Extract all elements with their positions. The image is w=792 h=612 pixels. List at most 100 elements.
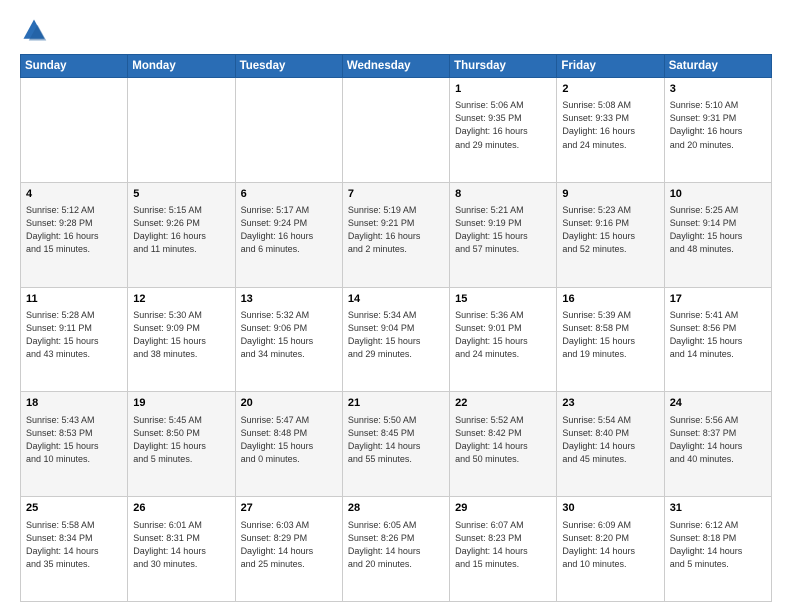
day-number: 3 bbox=[670, 82, 766, 97]
header bbox=[20, 16, 772, 44]
cell-info: Sunrise: 5:23 AM Sunset: 9:16 PM Dayligh… bbox=[562, 204, 658, 256]
cell-info: Sunrise: 5:08 AM Sunset: 9:33 PM Dayligh… bbox=[562, 99, 658, 151]
cell-info: Sunrise: 6:05 AM Sunset: 8:26 PM Dayligh… bbox=[348, 519, 444, 571]
day-number: 21 bbox=[348, 396, 444, 411]
calendar-cell: 9 Sunrise: 5:23 AM Sunset: 9:16 PM Daylig… bbox=[557, 182, 664, 287]
calendar-cell: 19Sunrise: 5:45 AM Sunset: 8:50 PM Dayli… bbox=[128, 392, 235, 497]
day-number: 12 bbox=[133, 292, 229, 307]
day-number: 29 bbox=[455, 501, 551, 516]
cell-info: Sunrise: 5:41 AM Sunset: 8:56 PM Dayligh… bbox=[670, 309, 766, 361]
day-number: 23 bbox=[562, 396, 658, 411]
calendar-cell: 29 Sunrise: 6:07 AM Sunset: 8:23 PM Dayli… bbox=[450, 497, 557, 602]
calendar-week-row: 1 Sunrise: 5:06 AM Sunset: 9:35 PM Daylig… bbox=[21, 78, 772, 183]
calendar-table: SundayMondayTuesdayWednesdayThursdayFrid… bbox=[20, 54, 772, 602]
calendar-cell: 11 Sunrise: 5:28 AM Sunset: 9:11 PM Dayli… bbox=[21, 287, 128, 392]
day-number: 11 bbox=[26, 292, 122, 307]
calendar-cell: 1 Sunrise: 5:06 AM Sunset: 9:35 PM Daylig… bbox=[450, 78, 557, 183]
cell-info: Sunrise: 6:01 AM Sunset: 8:31 PM Dayligh… bbox=[133, 519, 229, 571]
calendar-cell bbox=[342, 78, 449, 183]
calendar-cell: 16Sunrise: 5:39 AM Sunset: 8:58 PM Dayli… bbox=[557, 287, 664, 392]
cell-info: Sunrise: 5:17 AM Sunset: 9:24 PM Dayligh… bbox=[241, 204, 337, 256]
calendar-cell: 13 Sunrise: 5:32 AM Sunset: 9:06 PM Dayli… bbox=[235, 287, 342, 392]
cell-info: Sunrise: 5:32 AM Sunset: 9:06 PM Dayligh… bbox=[241, 309, 337, 361]
calendar-cell bbox=[21, 78, 128, 183]
calendar-cell: 21 Sunrise: 5:50 AM Sunset: 8:45 PM Dayli… bbox=[342, 392, 449, 497]
cell-info: Sunrise: 5:10 AM Sunset: 9:31 PM Dayligh… bbox=[670, 99, 766, 151]
calendar-day-header: Friday bbox=[557, 55, 664, 78]
cell-info: Sunrise: 5:36 AM Sunset: 9:01 PM Dayligh… bbox=[455, 309, 551, 361]
cell-info: Sunrise: 5:06 AM Sunset: 9:35 PM Dayligh… bbox=[455, 99, 551, 151]
day-number: 8 bbox=[455, 187, 551, 202]
calendar-cell: 15 Sunrise: 5:36 AM Sunset: 9:01 PM Dayli… bbox=[450, 287, 557, 392]
day-number: 30 bbox=[562, 501, 658, 516]
calendar-cell: 6 Sunrise: 5:17 AM Sunset: 9:24 PM Daylig… bbox=[235, 182, 342, 287]
day-number: 1 bbox=[455, 82, 551, 97]
cell-info: Sunrise: 5:15 AM Sunset: 9:26 PM Dayligh… bbox=[133, 204, 229, 256]
cell-info: Sunrise: 5:12 AM Sunset: 9:28 PM Dayligh… bbox=[26, 204, 122, 256]
calendar-day-header: Wednesday bbox=[342, 55, 449, 78]
cell-info: Sunrise: 5:21 AM Sunset: 9:19 PM Dayligh… bbox=[455, 204, 551, 256]
day-number: 14 bbox=[348, 292, 444, 307]
logo-icon bbox=[20, 16, 48, 44]
calendar-week-row: 11 Sunrise: 5:28 AM Sunset: 9:11 PM Dayli… bbox=[21, 287, 772, 392]
cell-info: Sunrise: 5:50 AM Sunset: 8:45 PM Dayligh… bbox=[348, 414, 444, 466]
cell-info: Sunrise: 5:39 AM Sunset: 8:58 PM Dayligh… bbox=[562, 309, 658, 361]
calendar-day-header: Sunday bbox=[21, 55, 128, 78]
calendar-cell: 26Sunrise: 6:01 AM Sunset: 8:31 PM Dayli… bbox=[128, 497, 235, 602]
calendar-day-header: Monday bbox=[128, 55, 235, 78]
day-number: 17 bbox=[670, 292, 766, 307]
calendar-cell: 31 Sunrise: 6:12 AM Sunset: 8:18 PM Dayli… bbox=[664, 497, 771, 602]
calendar-day-header: Saturday bbox=[664, 55, 771, 78]
cell-info: Sunrise: 5:25 AM Sunset: 9:14 PM Dayligh… bbox=[670, 204, 766, 256]
calendar-cell: 23 Sunrise: 5:54 AM Sunset: 8:40 PM Dayli… bbox=[557, 392, 664, 497]
day-number: 28 bbox=[348, 501, 444, 516]
day-number: 24 bbox=[670, 396, 766, 411]
calendar-cell: 5 Sunrise: 5:15 AM Sunset: 9:26 PM Daylig… bbox=[128, 182, 235, 287]
day-number: 13 bbox=[241, 292, 337, 307]
day-number: 27 bbox=[241, 501, 337, 516]
day-number: 18 bbox=[26, 396, 122, 411]
logo bbox=[20, 16, 52, 44]
calendar-cell: 12 Sunrise: 5:30 AM Sunset: 9:09 PM Dayli… bbox=[128, 287, 235, 392]
cell-info: Sunrise: 6:07 AM Sunset: 8:23 PM Dayligh… bbox=[455, 519, 551, 571]
calendar-week-row: 4 Sunrise: 5:12 AM Sunset: 9:28 PM Daylig… bbox=[21, 182, 772, 287]
calendar-cell: 7Sunrise: 5:19 AM Sunset: 9:21 PM Daylig… bbox=[342, 182, 449, 287]
day-number: 20 bbox=[241, 396, 337, 411]
day-number: 9 bbox=[562, 187, 658, 202]
day-number: 31 bbox=[670, 501, 766, 516]
calendar-cell bbox=[128, 78, 235, 183]
calendar-header-row: SundayMondayTuesdayWednesdayThursdayFrid… bbox=[21, 55, 772, 78]
calendar-cell: 24Sunrise: 5:56 AM Sunset: 8:37 PM Dayli… bbox=[664, 392, 771, 497]
calendar-week-row: 18 Sunrise: 5:43 AM Sunset: 8:53 PM Dayli… bbox=[21, 392, 772, 497]
calendar-cell: 20 Sunrise: 5:47 AM Sunset: 8:48 PM Dayli… bbox=[235, 392, 342, 497]
cell-info: Sunrise: 6:09 AM Sunset: 8:20 PM Dayligh… bbox=[562, 519, 658, 571]
day-number: 10 bbox=[670, 187, 766, 202]
calendar-day-header: Tuesday bbox=[235, 55, 342, 78]
cell-info: Sunrise: 5:43 AM Sunset: 8:53 PM Dayligh… bbox=[26, 414, 122, 466]
cell-info: Sunrise: 6:12 AM Sunset: 8:18 PM Dayligh… bbox=[670, 519, 766, 571]
calendar-cell bbox=[235, 78, 342, 183]
calendar-cell: 18 Sunrise: 5:43 AM Sunset: 8:53 PM Dayli… bbox=[21, 392, 128, 497]
cell-info: Sunrise: 5:28 AM Sunset: 9:11 PM Dayligh… bbox=[26, 309, 122, 361]
cell-info: Sunrise: 5:54 AM Sunset: 8:40 PM Dayligh… bbox=[562, 414, 658, 466]
calendar-day-header: Thursday bbox=[450, 55, 557, 78]
day-number: 6 bbox=[241, 187, 337, 202]
calendar-cell: 27 Sunrise: 6:03 AM Sunset: 8:29 PM Dayli… bbox=[235, 497, 342, 602]
calendar-cell: 25Sunrise: 5:58 AM Sunset: 8:34 PM Dayli… bbox=[21, 497, 128, 602]
cell-info: Sunrise: 5:34 AM Sunset: 9:04 PM Dayligh… bbox=[348, 309, 444, 361]
calendar-cell: 17 Sunrise: 5:41 AM Sunset: 8:56 PM Dayli… bbox=[664, 287, 771, 392]
cell-info: Sunrise: 5:52 AM Sunset: 8:42 PM Dayligh… bbox=[455, 414, 551, 466]
day-number: 4 bbox=[26, 187, 122, 202]
page: SundayMondayTuesdayWednesdayThursdayFrid… bbox=[0, 0, 792, 612]
calendar-cell: 22 Sunrise: 5:52 AM Sunset: 8:42 PM Dayli… bbox=[450, 392, 557, 497]
day-number: 19 bbox=[133, 396, 229, 411]
day-number: 22 bbox=[455, 396, 551, 411]
cell-info: Sunrise: 5:30 AM Sunset: 9:09 PM Dayligh… bbox=[133, 309, 229, 361]
cell-info: Sunrise: 5:19 AM Sunset: 9:21 PM Dayligh… bbox=[348, 204, 444, 256]
calendar-week-row: 25Sunrise: 5:58 AM Sunset: 8:34 PM Dayli… bbox=[21, 497, 772, 602]
day-number: 15 bbox=[455, 292, 551, 307]
calendar-cell: 2Sunrise: 5:08 AM Sunset: 9:33 PM Daylig… bbox=[557, 78, 664, 183]
cell-info: Sunrise: 5:47 AM Sunset: 8:48 PM Dayligh… bbox=[241, 414, 337, 466]
cell-info: Sunrise: 6:03 AM Sunset: 8:29 PM Dayligh… bbox=[241, 519, 337, 571]
day-number: 5 bbox=[133, 187, 229, 202]
